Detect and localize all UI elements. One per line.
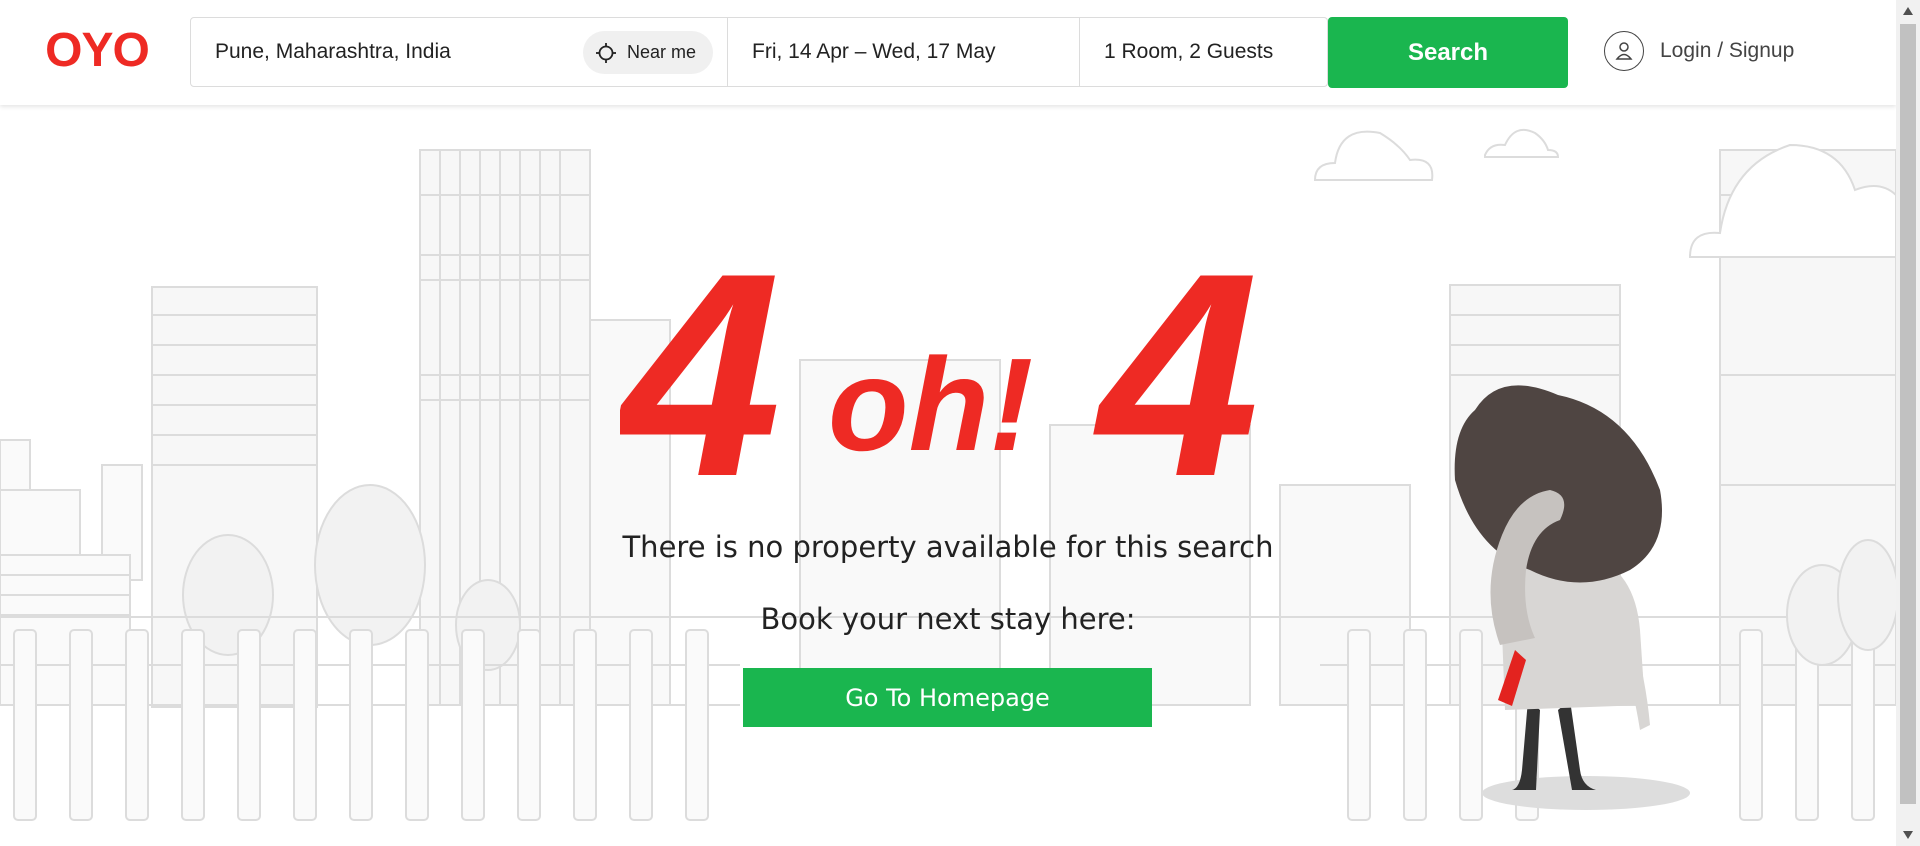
scroll-up-arrow-icon[interactable] [1896,0,1920,22]
search-button[interactable]: Search [1328,17,1568,88]
scrollbar-thumb[interactable] [1900,24,1916,804]
clouds [1313,129,1896,258]
go-to-homepage-button[interactable]: Go To Homepage [743,668,1152,727]
error-digit-right: 4 [1089,250,1259,490]
login-signup-link[interactable]: Login / Signup [1604,29,1794,73]
near-me-button[interactable]: Near me [583,31,713,74]
book-next-stay-prompt: Book your next stay here: [760,602,1136,636]
guests-value: 1 Room, 2 Guests [1104,40,1274,63]
location-value: Pune, Maharashtra, India [215,40,451,63]
crosshair-icon [595,42,617,64]
divider [727,18,728,86]
error-404-graphic: 4 oh! 4 [620,250,1259,490]
scroll-down-arrow-icon[interactable] [1896,824,1920,846]
vertical-scrollbar[interactable] [1896,0,1920,846]
user-icon [1604,31,1644,71]
login-label: Login / Signup [1660,39,1795,62]
confused-man-illustration [1454,385,1690,810]
near-me-label: Near me [627,42,697,62]
date-range-picker[interactable]: Fri, 14 Apr – Wed, 17 May [752,18,1052,86]
error-oh-text: oh! [828,331,1033,478]
no-property-message: There is no property available for this … [622,530,1274,564]
oyo-logo[interactable]: OYO [38,26,156,70]
date-range-value: Fri, 14 Apr – Wed, 17 May [752,40,996,63]
guests-selector[interactable]: 1 Room, 2 Guests [1104,18,1324,86]
top-header: OYO Pune, Maharashtra, India Near me Fri… [0,0,1896,105]
divider [1079,18,1080,86]
error-digit-left: 4 [620,250,781,490]
search-bar: Pune, Maharashtra, India Near me Fri, 14… [190,17,1328,87]
logo-text: OYO [45,26,149,70]
location-input[interactable]: Pune, Maharashtra, India [215,18,555,86]
